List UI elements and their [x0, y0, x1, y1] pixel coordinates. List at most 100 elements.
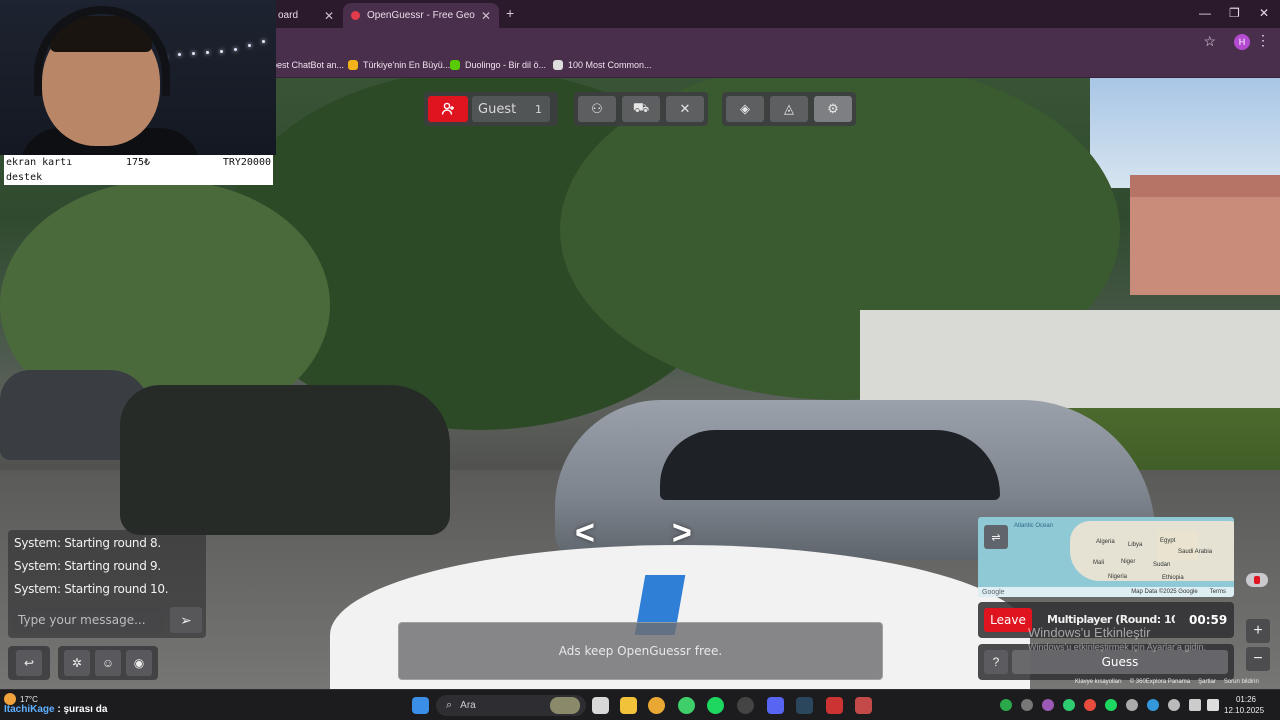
- bookmark-star-icon[interactable]: ☆: [1203, 33, 1216, 50]
- round-timer: 00:59: [1189, 613, 1228, 627]
- back-button[interactable]: ↩: [16, 650, 42, 676]
- volume-icon[interactable]: [1207, 699, 1219, 711]
- settings-toolbar: ◈ ◬ ⚙: [722, 92, 856, 126]
- search-placeholder: Ara: [460, 700, 476, 711]
- map-landmass: [1158, 531, 1198, 561]
- terms-link[interactable]: Terms: [1210, 589, 1226, 595]
- zoom-in-button[interactable]: +: [1246, 619, 1270, 643]
- map-layers-button[interactable]: ◈: [726, 96, 764, 122]
- bookmark-item[interactable]: 100 Most Common...: [553, 60, 652, 70]
- spotify-icon[interactable]: [707, 697, 724, 714]
- report-bug-button[interactable]: ✲: [64, 650, 90, 676]
- car-icon: ⛟: [632, 100, 650, 115]
- move-left-arrow-icon[interactable]: <: [575, 514, 595, 553]
- discord-button[interactable]: ☺: [95, 650, 121, 676]
- app-icon[interactable]: [855, 697, 872, 714]
- bookmark-item[interactable]: best ChatBot an...: [272, 60, 344, 70]
- user-plus-icon: [441, 102, 454, 115]
- network-icon[interactable]: [1189, 699, 1201, 711]
- file-explorer-icon[interactable]: [620, 697, 637, 714]
- widgets-icon[interactable]: [550, 697, 580, 714]
- obs-icon[interactable]: [737, 697, 754, 714]
- bug-icon: ✲: [71, 656, 83, 670]
- discord-icon[interactable]: [767, 697, 784, 714]
- wall: [860, 310, 1280, 410]
- close-window-icon[interactable]: ✕: [1259, 6, 1269, 20]
- send-button[interactable]: ➢: [170, 607, 202, 633]
- tray-icon[interactable]: [1063, 699, 1075, 711]
- tray-icon[interactable]: [1000, 699, 1012, 711]
- map-footer: Klavye kısayolları © 360Explora Panama Ş…: [1075, 679, 1259, 685]
- chat-input[interactable]: [12, 607, 164, 633]
- browser-tab-active[interactable]: OpenGuessr - Free GeoGuessr ✕: [343, 3, 499, 28]
- guest-player[interactable]: Guest 1: [472, 96, 550, 122]
- microphone-icon[interactable]: [1168, 699, 1180, 711]
- help-button[interactable]: ?: [984, 650, 1008, 674]
- profile-avatar[interactable]: H: [1234, 34, 1250, 50]
- zoom-out-button[interactable]: −: [1246, 647, 1270, 671]
- bookmark-item[interactable]: Türkiye'nin En Büyü...: [348, 60, 450, 70]
- tray-icon[interactable]: [1042, 699, 1054, 711]
- sky: [1090, 78, 1280, 188]
- guess-button[interactable]: Guess: [1012, 650, 1228, 674]
- windows-start-icon[interactable]: [412, 697, 429, 714]
- tray-icon[interactable]: [1126, 699, 1138, 711]
- add-user-button[interactable]: [428, 96, 468, 122]
- headset: [34, 6, 170, 96]
- ad-banner: Ads keep OpenGuessr free.: [398, 622, 883, 680]
- tray-icon[interactable]: [1084, 699, 1096, 711]
- new-tab-icon[interactable]: +: [506, 5, 514, 21]
- donation-amount: 175₺: [126, 157, 151, 168]
- person-icon: ⚇: [591, 101, 603, 116]
- map-label: Niger: [1121, 559, 1136, 565]
- shield-icon[interactable]: [826, 697, 843, 714]
- stream-chat-message: ItachiKage : şurası da: [4, 704, 107, 715]
- bookmark-label: best ChatBot an...: [272, 60, 345, 70]
- person-mode-button[interactable]: ⚇: [578, 96, 616, 122]
- sliders-icon: ⇌: [991, 531, 1001, 544]
- car-mode-button[interactable]: ⛟: [622, 96, 660, 122]
- donation-label: destek: [6, 172, 43, 183]
- clock-time: 01:26: [1235, 695, 1256, 704]
- minimize-icon[interactable]: —: [1199, 6, 1211, 20]
- close-icon[interactable]: ✕: [324, 9, 334, 23]
- chat-username: ItachiKage: [4, 704, 55, 715]
- guess-minimap[interactable]: Atlantic Ocean Algeria Libya Egypt Saudi…: [978, 517, 1234, 597]
- windows-taskbar: 17°C ItachiKage : şurası da ⌕ Ara 01:26 …: [0, 689, 1280, 720]
- tray-icon[interactable]: [1147, 699, 1159, 711]
- browser-tab[interactable]: oard ✕: [270, 3, 342, 28]
- menu-dots-icon[interactable]: ⋮: [1256, 32, 1270, 49]
- keyboard-shortcuts-link[interactable]: Klavye kısayolları: [1075, 679, 1122, 685]
- car-window: [660, 430, 1000, 500]
- tray-icon[interactable]: [1021, 699, 1033, 711]
- chrome-icon[interactable]: [648, 697, 665, 714]
- bookmark-favicon-icon: [553, 60, 563, 70]
- map-label: Mali: [1093, 560, 1105, 566]
- send-icon: ➢: [180, 611, 192, 628]
- windows-activation-subtitle: Windows'u etkinleştirmek için Ayarlar'a …: [1028, 642, 1206, 652]
- parked-car: [120, 385, 450, 535]
- compass-icon[interactable]: [1246, 573, 1268, 587]
- taskbar-clock[interactable]: 01:26 12.10.2025: [1224, 694, 1264, 716]
- education-button[interactable]: ◬: [770, 96, 808, 122]
- no-move-button[interactable]: ✕: [666, 96, 704, 122]
- restore-icon[interactable]: ❐: [1229, 6, 1240, 20]
- discord-icon: ☺: [101, 656, 115, 670]
- terms-link[interactable]: Şartlar: [1198, 679, 1216, 685]
- donation-goal: TRY20000: [222, 157, 271, 168]
- move-right-arrow-icon[interactable]: >: [672, 514, 692, 553]
- bookmark-item[interactable]: Duolingo - Bir dil ö...: [450, 60, 546, 70]
- report-problem-link[interactable]: Sorun bildirin: [1224, 679, 1259, 685]
- bookmark-label: Duolingo - Bir dil ö...: [465, 60, 547, 70]
- task-view-icon[interactable]: [592, 697, 609, 714]
- steam-icon[interactable]: [796, 697, 813, 714]
- tray-icon[interactable]: [1105, 699, 1117, 711]
- reddit-button[interactable]: ◉: [126, 650, 152, 676]
- duolingo-icon: [450, 60, 460, 70]
- close-icon[interactable]: ✕: [481, 9, 491, 23]
- whatsapp-icon[interactable]: [678, 697, 695, 714]
- ad-text: Ads keep OpenGuessr free.: [558, 644, 723, 658]
- leave-button[interactable]: Leave: [984, 608, 1032, 632]
- settings-button[interactable]: ⚙: [814, 96, 852, 122]
- map-settings-button[interactable]: ⇌: [984, 525, 1008, 549]
